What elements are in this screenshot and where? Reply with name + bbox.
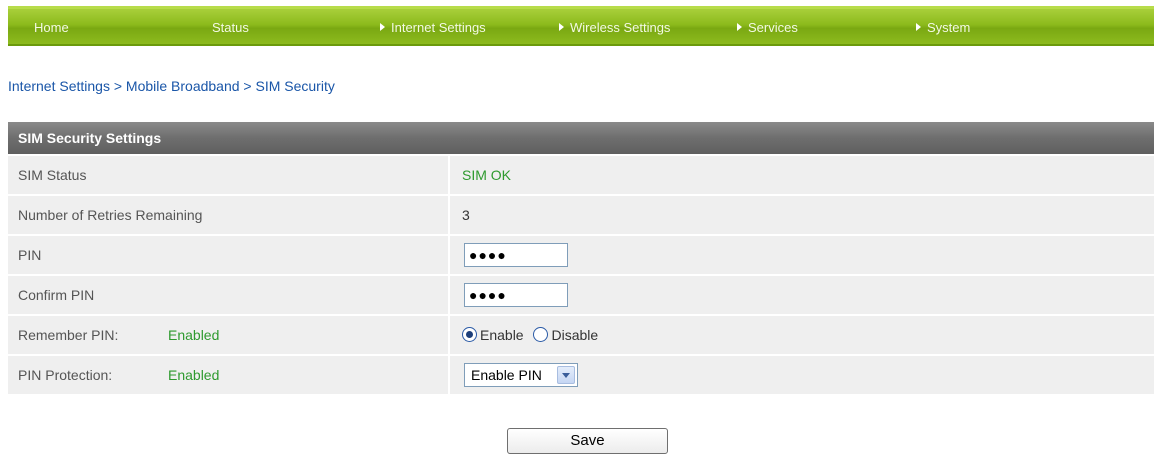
- top-navigation-bar: Home Status Internet Settings Wireless S…: [8, 6, 1154, 46]
- nav-item-label: Services: [748, 20, 798, 35]
- pin-protection-row: PIN Protection: Enabled Enable PIN: [8, 356, 1154, 394]
- retries-label: Number of Retries Remaining: [8, 196, 448, 234]
- radio-label-enable: Enable: [480, 327, 524, 343]
- triangle-right-icon: [916, 23, 921, 31]
- remember-pin-options: Enable Disable: [450, 316, 1154, 354]
- triangle-right-icon: [380, 23, 385, 31]
- remember-pin-cell: Remember PIN: Enabled: [8, 316, 448, 354]
- remember-pin-enable-radio[interactable]: [462, 327, 477, 342]
- triangle-right-icon: [559, 23, 564, 31]
- confirm-pin-label: Confirm PIN: [8, 276, 448, 314]
- nav-item-internet-settings[interactable]: Internet Settings: [380, 18, 486, 38]
- remember-pin-row: Remember PIN: Enabled Enable Disable: [8, 316, 1154, 354]
- pin-input[interactable]: ●●●●: [464, 243, 568, 267]
- pin-protection-selected: Enable PIN: [471, 367, 542, 383]
- pin-protection-status: Enabled: [168, 367, 220, 383]
- nav-item-wireless-settings[interactable]: Wireless Settings: [559, 18, 670, 38]
- nav-item-label: Internet Settings: [391, 20, 486, 35]
- confirm-pin-row: Confirm PIN ●●●●: [8, 276, 1154, 314]
- pin-protection-label: PIN Protection:: [18, 367, 113, 383]
- nav-item-label: System: [927, 20, 971, 35]
- sim-status-value: SIM OK: [450, 156, 1154, 194]
- confirm-pin-cell: ●●●●: [450, 276, 1154, 314]
- pin-row: PIN ●●●●: [8, 236, 1154, 274]
- retries-value: 3: [450, 196, 1154, 234]
- pin-protection-cell: PIN Protection: Enabled: [8, 356, 448, 394]
- pin-protection-cell-value: Enable PIN: [450, 356, 1154, 394]
- pin-protection-select[interactable]: Enable PIN: [464, 363, 578, 387]
- nav-item-label: Wireless Settings: [570, 20, 671, 35]
- nav-item-services[interactable]: Services: [737, 18, 798, 38]
- nav-item-system[interactable]: System: [916, 18, 970, 38]
- remember-pin-status: Enabled: [168, 327, 220, 343]
- nav-item-label: Status: [212, 20, 249, 35]
- chevron-down-icon[interactable]: [557, 366, 575, 384]
- pin-label: PIN: [8, 236, 448, 274]
- sim-status-row: SIM Status SIM OK: [8, 156, 1154, 194]
- breadcrumb: Internet Settings > Mobile Broadband > S…: [8, 78, 335, 94]
- panel-title: SIM Security Settings: [8, 122, 1154, 154]
- pin-cell: ●●●●: [450, 236, 1154, 274]
- retries-row: Number of Retries Remaining 3: [8, 196, 1154, 234]
- triangle-right-icon: [737, 23, 742, 31]
- nav-item-home[interactable]: Home: [34, 18, 69, 38]
- save-button[interactable]: Save: [507, 428, 668, 454]
- sim-status-label: SIM Status: [8, 156, 448, 194]
- remember-pin-label: Remember PIN:: [18, 327, 119, 343]
- confirm-pin-input[interactable]: ●●●●: [464, 283, 568, 307]
- sim-security-panel: SIM Security Settings SIM Status SIM OK …: [8, 122, 1154, 394]
- remember-pin-disable-radio[interactable]: [533, 327, 549, 342]
- nav-item-label: Home: [34, 20, 69, 35]
- radio-label-disable: Disable: [551, 327, 599, 343]
- nav-item-status[interactable]: Status: [212, 18, 249, 38]
